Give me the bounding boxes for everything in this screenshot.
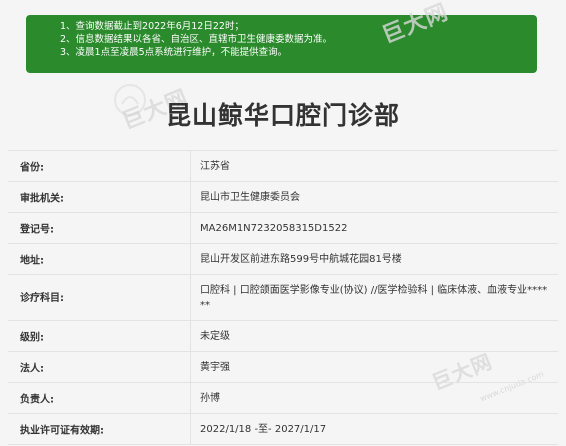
notice-line-1: 1、查询数据截止到2022年6月12日22时； xyxy=(60,21,244,32)
page-title: 昆山鲸华口腔门诊部 xyxy=(165,101,400,130)
info-label: 省份: xyxy=(20,162,44,174)
info-label: 负责人: xyxy=(20,394,54,406)
info-row-level: 级别: 未定级 xyxy=(8,321,558,352)
info-label: 登记号: xyxy=(20,224,54,236)
info-value: 2022/1/18 -至- 2027/1/17 xyxy=(190,414,550,444)
info-label: 级别: xyxy=(20,332,44,344)
info-label: 法人: xyxy=(20,363,44,375)
info-label: 执业许可证有效期: xyxy=(20,425,104,437)
info-value: 口腔科 | 口腔颌面医学影像专业(协议) //医学检验科 | 临床体液、血液专业… xyxy=(190,275,550,320)
info-row-person-in-charge: 负责人: 孙博 xyxy=(8,383,558,414)
info-row-legal-person: 法人: 黄宇强 xyxy=(8,352,558,383)
info-row-province: 省份: 江苏省 xyxy=(8,150,558,182)
info-value: 孙博 xyxy=(190,383,550,413)
info-value: 黄宇强 xyxy=(190,352,550,382)
info-label: 诊疗科目: xyxy=(20,293,64,304)
info-value: 未定级 xyxy=(190,321,550,351)
notice-banner: 1、查询数据截止到2022年6月12日22时； 2、信息数据结果以各省、自治区、… xyxy=(26,15,537,73)
notice-line-3: 3、凌晨1点至凌晨5点系统进行维护，不能提供查询。 xyxy=(60,47,288,58)
info-row-license-validity: 执业许可证有效期: 2022/1/18 -至- 2027/1/17 xyxy=(8,414,558,445)
info-row-address: 地址: 昆山开发区前进东路599号中航城花园81号楼 xyxy=(8,244,558,275)
notice-line-2: 2、信息数据结果以各省、自治区、直辖市卫生健康委数据为准。 xyxy=(60,34,333,45)
info-value: 江苏省 xyxy=(190,151,550,181)
info-row-approval-authority: 审批机关: 昆山市卫生健康委员会 xyxy=(8,182,558,213)
info-label: 审批机关: xyxy=(20,193,64,205)
info-value: 昆山市卫生健康委员会 xyxy=(190,182,550,212)
info-value: 昆山开发区前进东路599号中航城花园81号楼 xyxy=(190,244,550,274)
info-value: MA26M1N7232058315D1522 xyxy=(190,213,550,243)
info-row-departments: 诊疗科目: 口腔科 | 口腔颌面医学影像专业(协议) //医学检验科 | 临床体… xyxy=(8,275,558,321)
info-row-registration-number: 登记号: MA26M1N7232058315D1522 xyxy=(8,213,558,244)
info-label: 地址: xyxy=(20,255,44,267)
info-table: 省份: 江苏省 审批机关: 昆山市卫生健康委员会 登记号: MA26M1N723… xyxy=(8,150,558,445)
